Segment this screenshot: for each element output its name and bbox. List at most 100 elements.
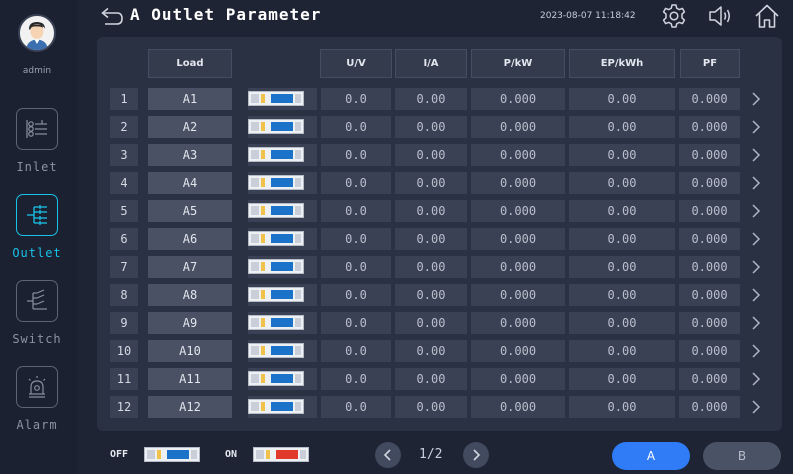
nav-item-switch[interactable]: Switch xyxy=(0,280,76,356)
power-factor-value: 0.000 xyxy=(691,204,728,218)
row-detail-button[interactable] xyxy=(749,258,763,276)
row-gap xyxy=(138,88,148,110)
nav-item-alarm[interactable]: Alarm xyxy=(0,366,76,442)
power-factor-value: 0.000 xyxy=(691,148,728,162)
prev-page-button[interactable] xyxy=(375,442,401,468)
nav-label-alarm: Alarm xyxy=(16,418,58,432)
next-page-button[interactable] xyxy=(463,442,489,468)
row-detail-button[interactable] xyxy=(749,146,763,164)
username-label: admin xyxy=(22,66,52,76)
power-value: 0.000 xyxy=(499,92,537,106)
table-row[interactable]: 5 A5 0.0 0.00 0.000 0.00 0.000 xyxy=(110,200,740,222)
breaker-switch[interactable] xyxy=(248,284,318,306)
row-detail-button[interactable] xyxy=(749,202,763,220)
table-row[interactable]: 12 A12 0.0 0.00 0.000 0.00 0.000 xyxy=(110,396,740,418)
row-detail-button[interactable] xyxy=(749,314,763,332)
breaker-switch[interactable] xyxy=(248,256,318,278)
load-name: A7 xyxy=(148,256,232,278)
energy-value: 0.00 xyxy=(607,344,637,358)
chevron-right-icon xyxy=(752,400,761,414)
row-detail-button[interactable] xyxy=(749,90,763,108)
row-number: 3 xyxy=(120,148,128,162)
current-value: 0.00 xyxy=(416,148,446,162)
nav-item-outlet[interactable]: Outlet xyxy=(0,194,76,270)
phase-a-button[interactable]: A xyxy=(612,442,690,470)
energy-value: 0.00 xyxy=(607,288,637,302)
table-row[interactable]: 1 A1 0.0 0.00 0.000 0.00 0.000 xyxy=(110,88,740,110)
avatar[interactable] xyxy=(18,14,56,52)
table-row[interactable]: 9 A9 0.0 0.00 0.000 0.00 0.000 xyxy=(110,312,740,334)
power-value: 0.000 xyxy=(499,204,537,218)
current-value: 0.00 xyxy=(416,344,446,358)
gear-icon[interactable] xyxy=(660,2,688,30)
table-row[interactable]: 4 A4 0.0 0.00 0.000 0.00 0.000 xyxy=(110,172,740,194)
chevron-right-icon xyxy=(473,449,481,461)
row-gap xyxy=(138,172,148,194)
breaker-switch[interactable] xyxy=(248,396,318,418)
row-number: 2 xyxy=(120,120,128,134)
energy-value: 0.00 xyxy=(607,316,637,330)
row-detail-button[interactable] xyxy=(749,342,763,360)
table-row[interactable]: 6 A6 0.0 0.00 0.000 0.00 0.000 xyxy=(110,228,740,250)
voltage-value: 0.0 xyxy=(345,148,367,162)
table-row[interactable]: 2 A2 0.0 0.00 0.000 0.00 0.000 xyxy=(110,116,740,138)
row-detail-button[interactable] xyxy=(749,230,763,248)
row-number: 8 xyxy=(120,288,128,302)
load-name: A11 xyxy=(148,368,232,390)
energy-value: 0.00 xyxy=(607,176,637,190)
breaker-switch[interactable] xyxy=(248,200,318,222)
row-gap xyxy=(138,144,148,166)
home-icon[interactable] xyxy=(753,2,781,30)
load-name: A3 xyxy=(148,144,232,166)
row-detail-button[interactable] xyxy=(749,118,763,136)
load-name: A8 xyxy=(148,284,232,306)
nav-item-inlet[interactable]: Inlet xyxy=(0,108,76,184)
breaker-switch-icon xyxy=(248,231,304,246)
energy-value: 0.00 xyxy=(607,232,637,246)
breaker-switch[interactable] xyxy=(248,172,318,194)
breaker-switch[interactable] xyxy=(248,88,318,110)
current-value: 0.00 xyxy=(416,176,446,190)
load-name: A5 xyxy=(148,200,232,222)
page-indicator: 1/2 xyxy=(419,447,443,462)
chevron-right-icon xyxy=(752,120,761,134)
voltage-value: 0.0 xyxy=(345,204,367,218)
chevron-left-icon xyxy=(383,449,391,461)
table-row[interactable]: 11 A11 0.0 0.00 0.000 0.00 0.000 xyxy=(110,368,740,390)
table-row[interactable]: 3 A3 0.0 0.00 0.000 0.00 0.000 xyxy=(110,144,740,166)
row-detail-button[interactable] xyxy=(749,398,763,416)
user-avatar-icon xyxy=(20,16,54,50)
power-factor-value: 0.000 xyxy=(691,400,728,414)
row-number: 7 xyxy=(120,260,128,274)
current-value: 0.00 xyxy=(416,288,446,302)
breaker-switch[interactable] xyxy=(248,312,318,334)
speaker-icon[interactable] xyxy=(706,2,734,30)
column-header-voltage: U/V xyxy=(320,49,392,78)
table-row[interactable]: 10 A10 0.0 0.00 0.000 0.00 0.000 xyxy=(110,340,740,362)
row-gap xyxy=(232,312,248,334)
energy-value: 0.00 xyxy=(607,120,637,134)
chevron-right-icon xyxy=(752,260,761,274)
nav-label-outlet: Outlet xyxy=(12,246,62,260)
breaker-switch-icon xyxy=(248,91,304,106)
breaker-switch[interactable] xyxy=(248,340,318,362)
energy-value: 0.00 xyxy=(607,148,637,162)
breaker-switch-icon xyxy=(248,175,304,190)
row-gap xyxy=(232,228,248,250)
row-detail-button[interactable] xyxy=(749,286,763,304)
outlet-icon xyxy=(16,194,58,236)
phase-b-button[interactable]: B xyxy=(703,442,781,470)
breaker-switch[interactable] xyxy=(248,144,318,166)
voltage-value: 0.0 xyxy=(345,176,367,190)
current-value: 0.00 xyxy=(416,92,446,106)
table-row[interactable]: 8 A8 0.0 0.00 0.000 0.00 0.000 xyxy=(110,284,740,306)
breaker-switch[interactable] xyxy=(248,368,318,390)
row-detail-button[interactable] xyxy=(749,370,763,388)
breaker-switch[interactable] xyxy=(248,116,318,138)
row-gap xyxy=(232,396,248,418)
table-row[interactable]: 7 A7 0.0 0.00 0.000 0.00 0.000 xyxy=(110,256,740,278)
row-detail-button[interactable] xyxy=(749,174,763,192)
back-arrow-icon[interactable] xyxy=(98,6,124,28)
breaker-switch[interactable] xyxy=(248,228,318,250)
load-name: A6 xyxy=(148,228,232,250)
